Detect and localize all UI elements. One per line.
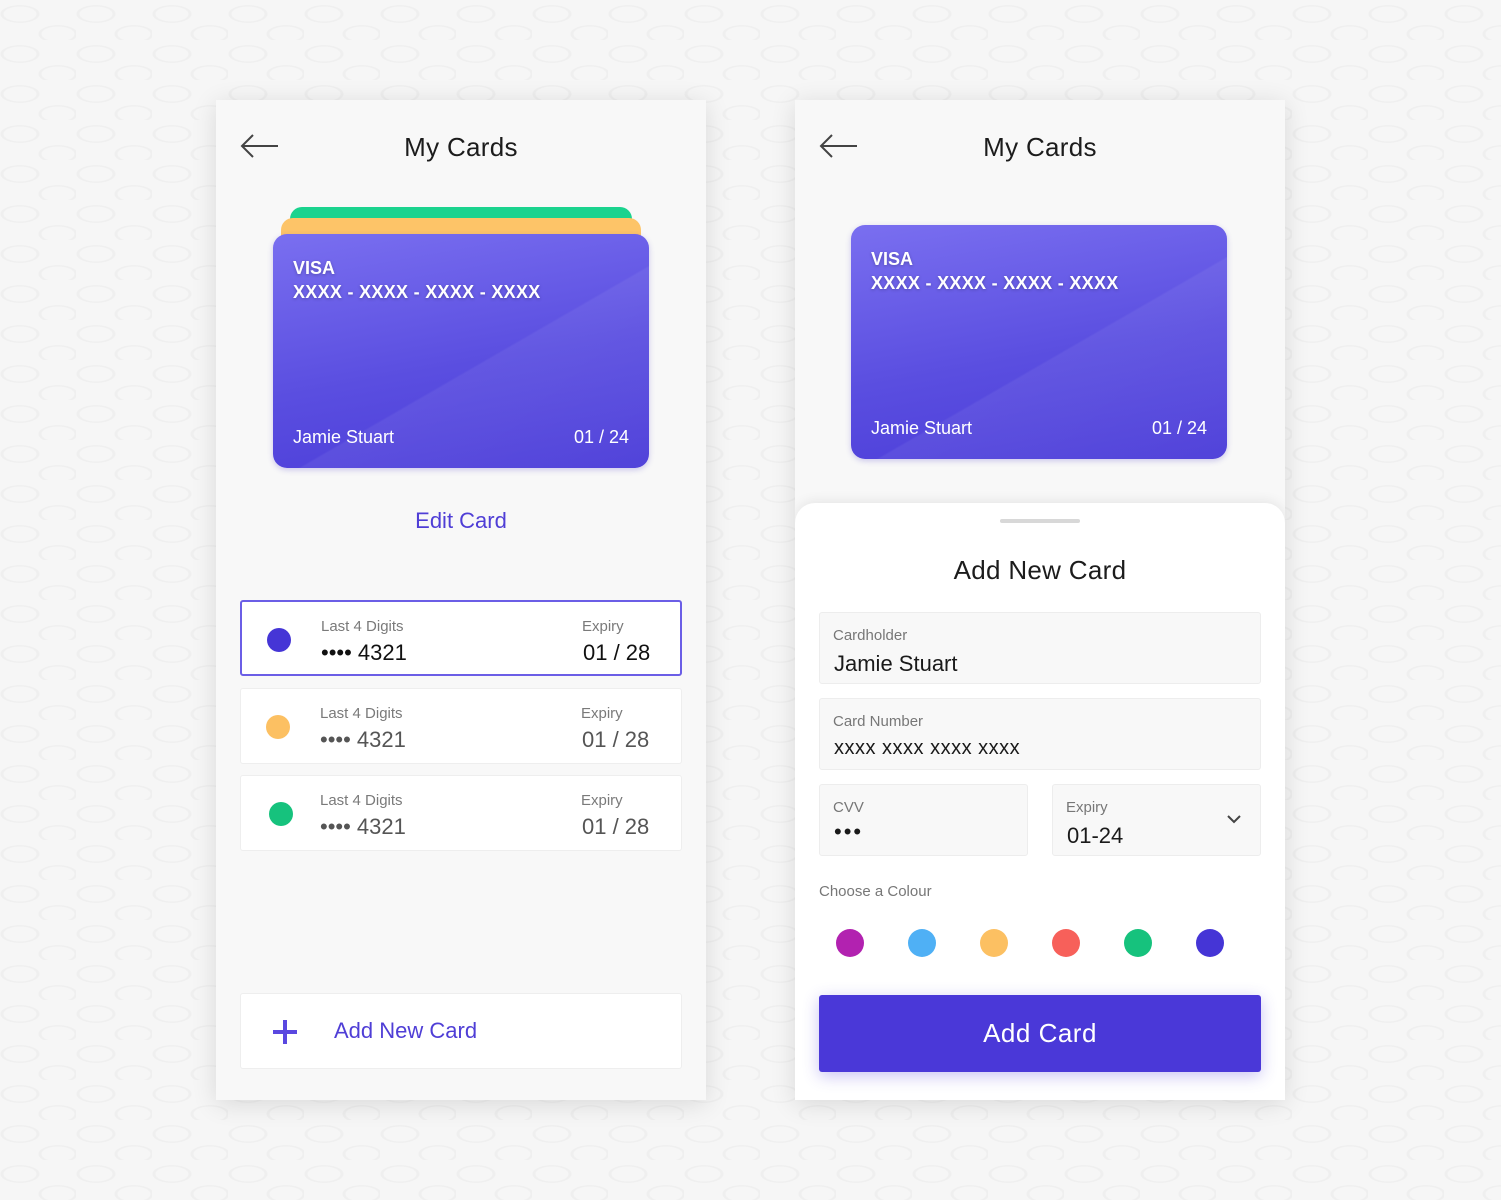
credit-card-preview: VISA XXXX - XXXX - XXXX - XXXX Jamie Stu… [851, 225, 1227, 459]
card-number-field[interactable]: Card Number [819, 698, 1261, 770]
expiry-label: Expiry [582, 618, 624, 635]
add-card-bottom-sheet: Add New Card Cardholder Card Number CVV … [795, 503, 1285, 1100]
colour-swatch-red[interactable] [1052, 929, 1080, 957]
expiry-label: Expiry [581, 705, 623, 722]
cvv-field[interactable]: CVV [819, 784, 1028, 856]
card-list-item[interactable]: Last 4 Digits •••• 4321 Expiry 01 / 28 [240, 688, 682, 764]
plus-icon [273, 1020, 297, 1044]
add-new-card-button[interactable]: Add New Card [240, 993, 682, 1069]
card-holder: Jamie Stuart [293, 427, 395, 447]
colour-swatch-blue[interactable] [908, 929, 936, 957]
card-list-item[interactable]: Last 4 Digits •••• 4321 Expiry 01 / 28 [240, 775, 682, 851]
card-colour-dot [266, 715, 290, 739]
card-colour-dot [267, 628, 291, 652]
choose-colour-label: Choose a Colour [819, 883, 932, 900]
cardholder-field[interactable]: Cardholder [819, 612, 1261, 684]
expiry-value: 01-24 [1067, 823, 1124, 848]
my-cards-screen: My Cards VISA XXXX - XXXX - XXXX - XXXX … [216, 100, 706, 1100]
colour-swatch-green[interactable] [1124, 929, 1152, 957]
card-list-item[interactable]: Last 4 Digits •••• 4321 Expiry 01 / 28 [240, 600, 682, 676]
card-expiry: 01 / 24 [573, 427, 629, 447]
card-colour-dot [269, 802, 293, 826]
chevron-down-icon [1227, 815, 1241, 824]
digits-label: Last 4 Digits [320, 792, 403, 809]
card-brand: VISA [293, 258, 336, 278]
add-new-card-label: Add New Card [334, 1018, 478, 1043]
expiry-label: Expiry [581, 792, 623, 809]
digits-value: •••• 4321 [320, 814, 406, 839]
colour-swatch-indigo[interactable] [1184, 917, 1238, 971]
digits-value: •••• 4321 [321, 640, 407, 665]
cardholder-input[interactable] [834, 651, 1186, 677]
page-title: My Cards [404, 132, 518, 162]
colour-swatch-yellow[interactable] [980, 929, 1008, 957]
card-expiry: 01 / 24 [1151, 418, 1207, 438]
card-number: XXXX - XXXX - XXXX - XXXX [293, 282, 541, 302]
expiry-value: 01 / 28 [583, 640, 651, 665]
header: My Cards [795, 100, 1285, 196]
cardholder-label: Cardholder [833, 627, 908, 644]
digits-value: •••• 4321 [320, 727, 406, 752]
page-title: My Cards [983, 132, 1097, 162]
digits-label: Last 4 Digits [320, 705, 403, 722]
expiry-value: 01 / 28 [582, 727, 650, 752]
header: My Cards [216, 100, 706, 196]
expiry-select[interactable]: Expiry 01-24 [1052, 784, 1261, 856]
digits-label: Last 4 Digits [321, 618, 404, 635]
card-number-input[interactable] [834, 737, 1186, 760]
card-brand: VISA [871, 249, 914, 269]
credit-card[interactable]: VISA XXXX - XXXX - XXXX - XXXX Jamie Stu… [273, 234, 649, 468]
add-card-screen: My Cards VISA XXXX - XXXX - XXXX - XXXX … [795, 100, 1285, 1100]
sheet-title: Add New Card [953, 555, 1127, 585]
cvv-input[interactable] [834, 819, 1000, 845]
add-card-button[interactable]: Add Card [819, 995, 1261, 1072]
card-holder: Jamie Stuart [871, 418, 973, 438]
sheet-drag-handle[interactable] [1000, 519, 1080, 523]
edit-card-link[interactable]: Edit Card [216, 508, 706, 534]
expiry-label: Expiry [1066, 799, 1108, 816]
colour-swatch-purple[interactable] [836, 929, 864, 957]
card-number: XXXX - XXXX - XXXX - XXXX [871, 273, 1119, 293]
cvv-label: CVV [833, 799, 864, 816]
expiry-value: 01 / 28 [582, 814, 650, 839]
card-number-label: Card Number [833, 713, 924, 730]
